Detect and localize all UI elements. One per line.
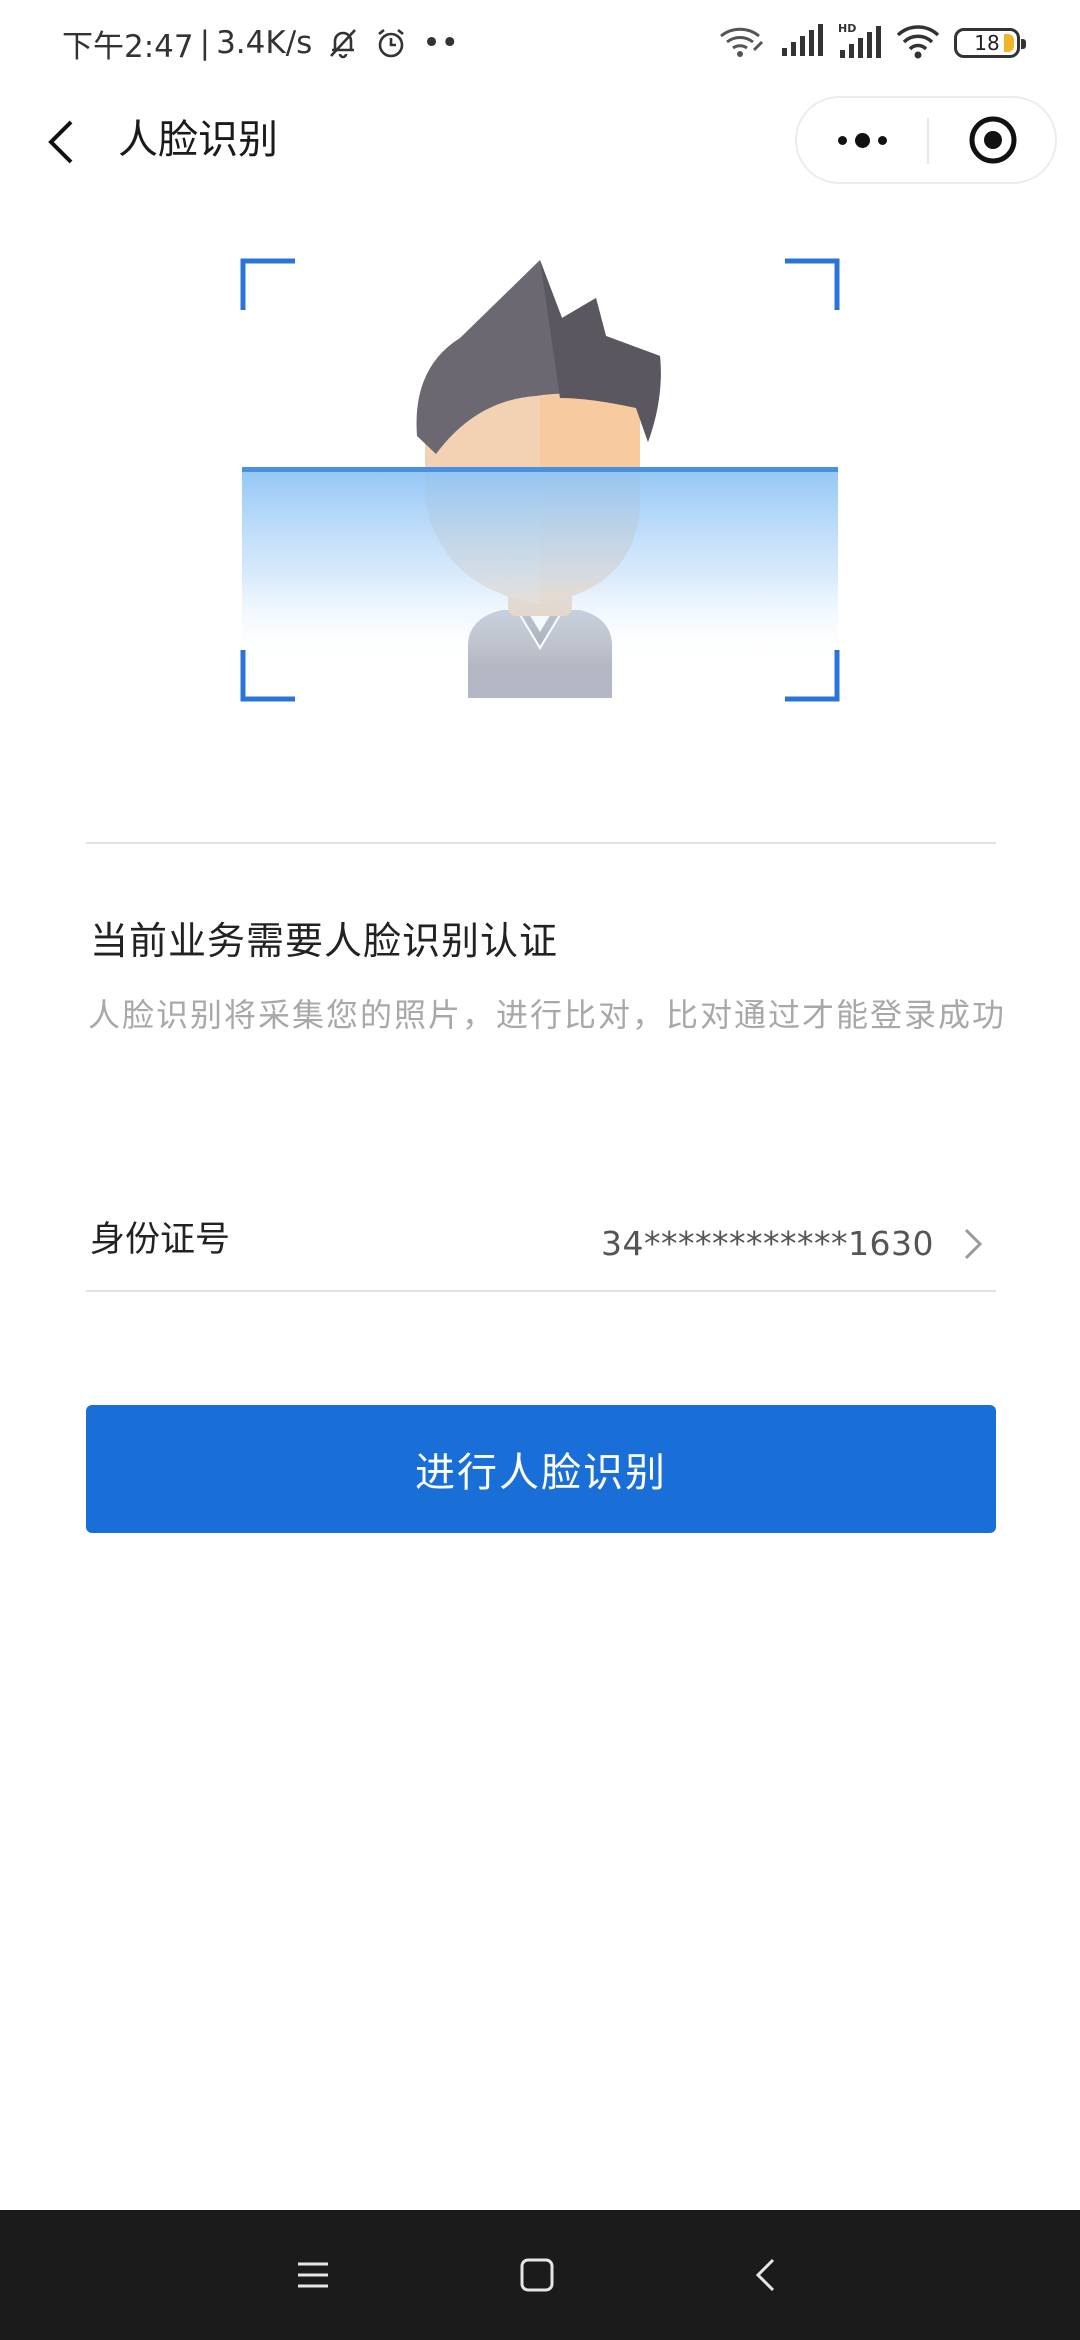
scan-line (242, 467, 838, 472)
more-dot-icon (837, 135, 847, 145)
status-time: 下午2:47 (62, 28, 194, 65)
start-face-recognition-button[interactable]: 进行人脸识别 (86, 1405, 996, 1533)
back-arrow-icon (48, 120, 73, 164)
home-square-icon (520, 2258, 554, 2292)
divider-top (86, 842, 996, 844)
alarm-icon (374, 26, 408, 60)
status-separator: | (199, 25, 211, 61)
scan-gradient (242, 470, 838, 666)
home-nav-button[interactable] (502, 2240, 572, 2310)
wifi-icon (896, 23, 940, 63)
chevron-right-icon (958, 1222, 988, 1266)
wifi-link-icon (718, 24, 766, 62)
verification-headline: 当前业务需要人脸识别认证 (90, 919, 559, 963)
id-number-value: 34************1630 (601, 1224, 934, 1263)
id-number-row[interactable]: 身份证号 34************1630 (86, 1200, 996, 1290)
more-button[interactable] (797, 98, 927, 182)
system-navigation-bar (0, 2210, 1080, 2340)
more-dot-icon (854, 132, 870, 148)
close-miniprogram-button[interactable] (929, 98, 1057, 182)
page-title: 人脸识别 (118, 117, 278, 163)
more-notifications: •• (422, 25, 459, 61)
svg-text:HD: HD (838, 22, 856, 35)
signal-hd-icon: HD (838, 22, 882, 64)
nav-bar: 人脸识别 (0, 84, 1080, 196)
battery-icon: 18 (954, 28, 1026, 58)
signal-icon (780, 24, 824, 62)
menu-nav-button[interactable] (278, 2240, 348, 2310)
divider-bottom (86, 1290, 996, 1292)
status-right: HD 18 (718, 22, 1026, 64)
battery-fill (1004, 34, 1014, 52)
status-left: 下午2:47 | 3.4K/s •• (62, 22, 459, 65)
back-chevron-icon (755, 2258, 775, 2292)
more-dot-icon (877, 135, 887, 145)
battery-level: 18 (974, 31, 1000, 55)
network-speed: 3.4K/s (216, 25, 313, 61)
status-bar: 下午2:47 | 3.4K/s •• HD 18 (0, 0, 1080, 84)
id-number-label: 身份证号 (90, 1220, 231, 1260)
mute-icon (326, 26, 360, 60)
target-close-icon (969, 116, 1017, 164)
face-scan-illustration (240, 258, 840, 703)
capsule-menu (795, 96, 1057, 184)
hamburger-icon (298, 2262, 328, 2288)
verification-description: 人脸识别将采集您的照片，进行比对，比对通过才能登录成功 (88, 996, 1007, 1034)
back-button[interactable] (36, 114, 86, 170)
back-nav-button[interactable] (730, 2240, 800, 2310)
